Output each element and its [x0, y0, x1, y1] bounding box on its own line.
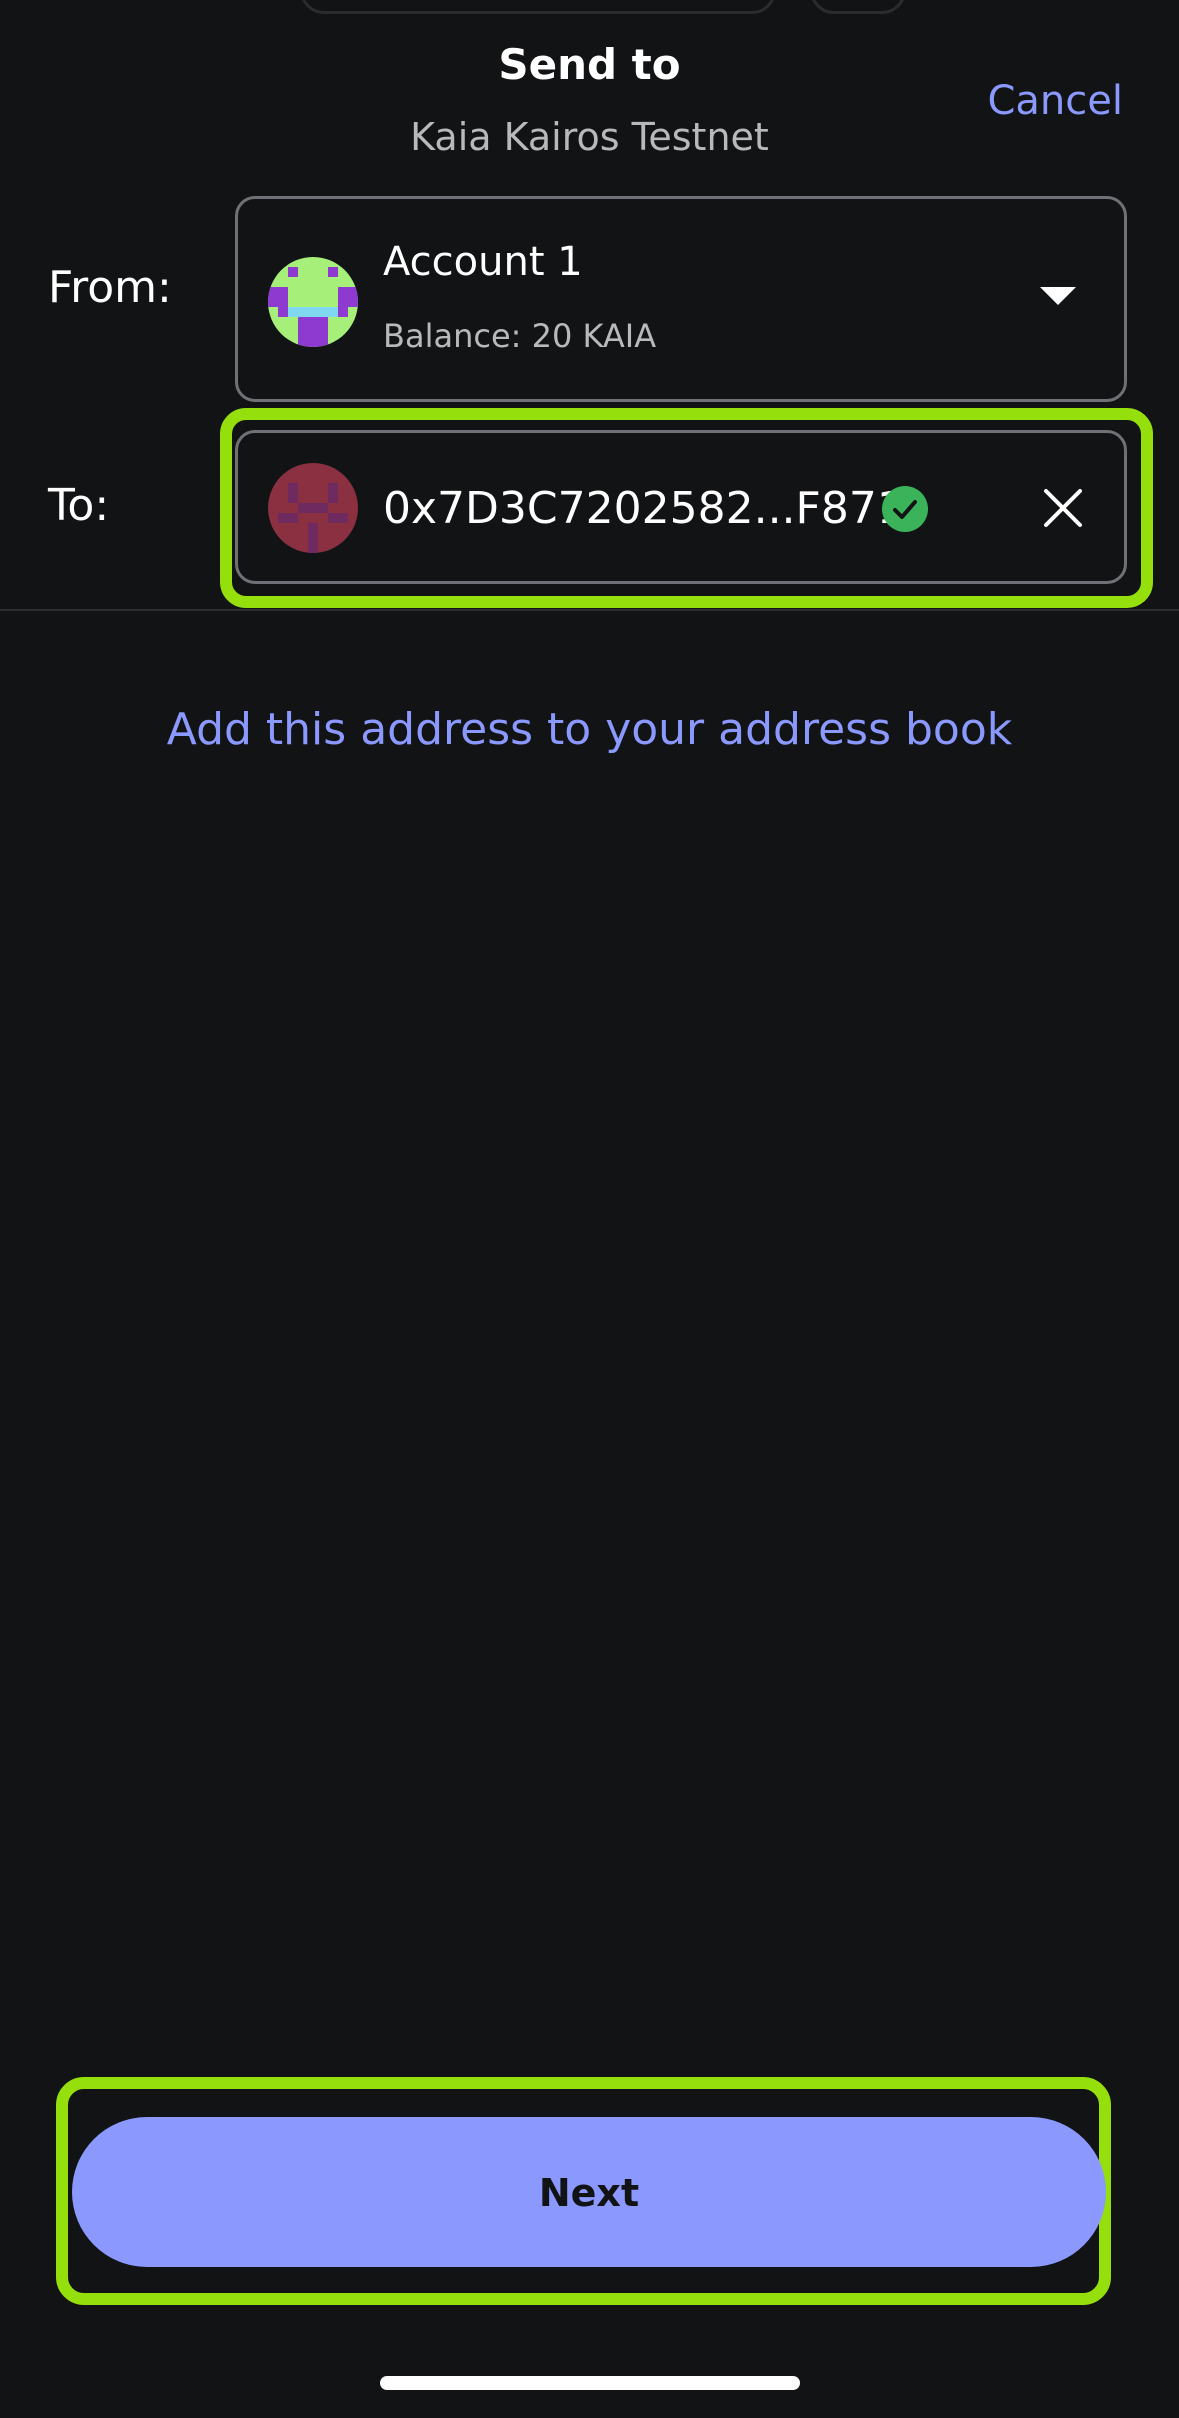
close-icon[interactable] [1040, 485, 1086, 531]
status-bar-pill [300, 0, 776, 14]
account-avatar-icon [268, 257, 358, 347]
from-label: From: [48, 262, 172, 313]
home-indicator [380, 2376, 800, 2390]
recipient-avatar-icon [268, 463, 358, 553]
recipient-address: 0x7D3C7202582...F871 [383, 483, 905, 534]
check-circle-icon [882, 486, 928, 532]
divider [0, 609, 1179, 611]
to-label: To: [48, 480, 110, 531]
account-balance: Balance: 20 KAIA [383, 317, 657, 355]
status-bar-dot [810, 0, 906, 14]
chevron-down-icon[interactable] [1040, 287, 1076, 305]
add-to-address-book-link[interactable]: Add this address to your address book [0, 704, 1179, 755]
next-button[interactable]: Next [72, 2117, 1106, 2267]
account-name: Account 1 [383, 239, 583, 285]
recipient-address-field[interactable]: 0x7D3C7202582...F871 [235, 430, 1127, 584]
cancel-button[interactable]: Cancel [987, 78, 1123, 124]
from-account-selector[interactable]: Account 1 Balance: 20 KAIA [235, 196, 1127, 402]
